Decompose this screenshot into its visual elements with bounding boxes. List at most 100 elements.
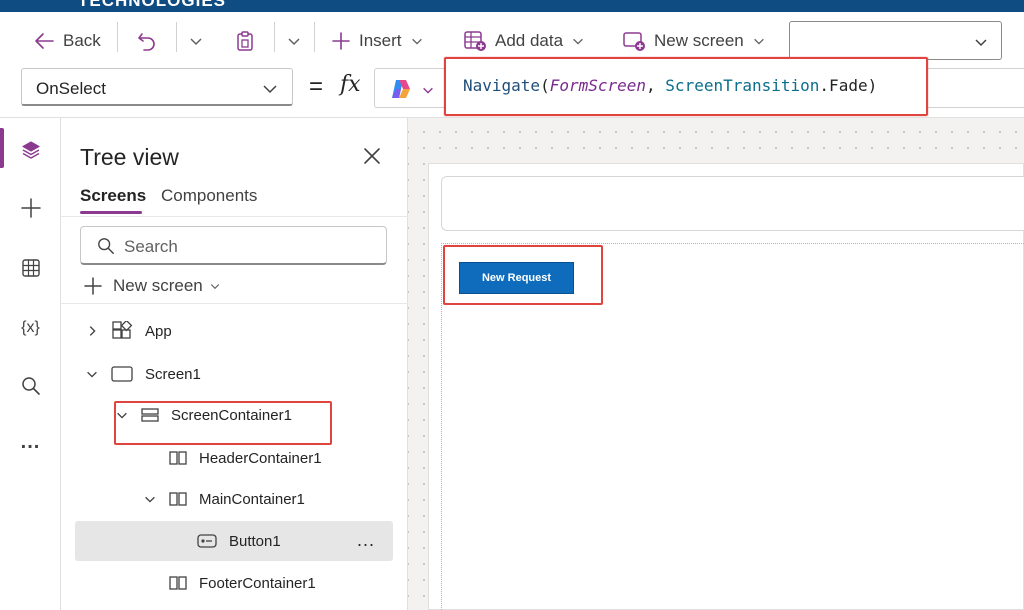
- fx-icon: fx: [340, 72, 361, 97]
- new-screen-label: New screen: [654, 31, 744, 50]
- variables-icon: {x}: [21, 319, 40, 336]
- node-more-options-button[interactable]: ...: [357, 530, 375, 551]
- chevron-down-icon: [411, 38, 422, 45]
- undo-icon: [138, 33, 155, 51]
- horizontal-container-icon: [169, 451, 187, 465]
- search-input[interactable]: Search: [80, 226, 387, 265]
- horizontal-container-icon: [169, 576, 187, 590]
- chevron-down-icon[interactable]: [143, 492, 157, 506]
- brand-text: TECHNOLOGIES: [78, 0, 227, 10]
- undo-button[interactable]: [136, 27, 158, 55]
- chevron-down-icon[interactable]: [85, 367, 99, 381]
- tree-node-headercontainer1[interactable]: HeaderContainer1: [169, 446, 322, 470]
- formula-bar-rest: [928, 68, 1024, 108]
- divider: [117, 22, 118, 52]
- tab-components[interactable]: Components: [161, 186, 257, 206]
- property-value: OnSelect: [36, 79, 106, 98]
- tree-view-panel: Tree view Screens Components Search New …: [61, 118, 408, 610]
- tree-node-footercontainer1[interactable]: FooterContainer1: [169, 571, 316, 595]
- button-control-icon: [197, 534, 217, 548]
- more-icon: ...: [20, 430, 41, 453]
- chevron-down-icon: [288, 38, 300, 46]
- plus-icon: [20, 198, 41, 218]
- new-screen-tree-label: New screen: [113, 276, 203, 295]
- tree-node-label: Button1: [229, 532, 281, 550]
- new-screen-tree-button[interactable]: New screen: [83, 274, 221, 298]
- plus-icon: [332, 32, 350, 50]
- screen-selector[interactable]: [789, 21, 1002, 60]
- insert-label: Insert: [359, 31, 402, 50]
- search-placeholder: Search: [124, 237, 178, 256]
- tree-node-screen1[interactable]: Screen1: [85, 362, 201, 386]
- tree-node-button1[interactable]: Button1: [197, 529, 281, 553]
- screen-add-icon: [623, 32, 645, 51]
- chevron-down-icon: [190, 38, 202, 46]
- table-icon: [21, 259, 40, 277]
- rail-variables-button[interactable]: {x}: [0, 308, 61, 348]
- chevron-down-icon: [423, 87, 433, 94]
- tab-screens[interactable]: Screens: [80, 186, 146, 206]
- app-icon: [112, 321, 133, 339]
- chevron-down-icon: [210, 284, 219, 290]
- tree-view-title: Tree view: [80, 144, 179, 170]
- formula-enum: ScreenTransition: [665, 76, 820, 95]
- chevron-right-icon[interactable]: [85, 324, 99, 338]
- highlight-box-tree: [114, 401, 332, 445]
- tab-active-underline: [80, 211, 142, 214]
- rail-insert-button[interactable]: [0, 188, 61, 228]
- paste-button[interactable]: [234, 27, 256, 55]
- copilot-button[interactable]: [374, 68, 444, 108]
- divider: [176, 22, 177, 52]
- chevron-down-icon: [263, 85, 277, 94]
- equals-sign: =: [309, 73, 324, 100]
- formula-function: Navigate: [463, 76, 541, 95]
- tree-node-label: Screen1: [145, 365, 201, 383]
- rail-data-button[interactable]: [0, 248, 61, 288]
- chevron-down-icon: [753, 38, 764, 45]
- divider: [61, 216, 408, 217]
- header-container-canvas[interactable]: [441, 176, 1024, 231]
- formula-enum-member: .Fade: [819, 76, 868, 95]
- plus-icon: [84, 277, 102, 295]
- tree-node-app[interactable]: App: [85, 319, 172, 343]
- close-icon[interactable]: [362, 146, 382, 166]
- brand-strip: TECHNOLOGIES: [0, 0, 1024, 12]
- chevron-down-icon: [975, 39, 987, 47]
- left-rail: {x} ...: [0, 118, 61, 610]
- formula-input[interactable]: Navigate(FormScreen, ScreenTransition.Fa…: [444, 57, 928, 116]
- formula-comma: ,: [646, 76, 666, 95]
- add-data-button[interactable]: Add data: [463, 27, 585, 55]
- undo-dropdown[interactable]: [188, 27, 204, 55]
- formula-arg-screen: FormScreen: [549, 76, 647, 95]
- horizontal-container-icon: [169, 492, 187, 506]
- tree-node-maincontainer1[interactable]: MainContainer1: [143, 487, 305, 511]
- tree-node-label: HeaderContainer1: [199, 449, 322, 467]
- formula-paren-open: (: [540, 76, 550, 95]
- tree-node-label: App: [145, 322, 172, 340]
- arrow-left-icon: [35, 33, 54, 49]
- rail-search-button[interactable]: [0, 366, 61, 406]
- divider: [314, 22, 315, 52]
- rail-tree-view-button[interactable]: [0, 130, 61, 170]
- formula-paren-close: ): [867, 76, 878, 95]
- layers-icon: [21, 141, 40, 159]
- tree-node-label: MainContainer1: [199, 490, 305, 508]
- back-label: Back: [63, 31, 101, 50]
- divider: [61, 303, 408, 304]
- copilot-icon: [392, 80, 410, 98]
- insert-button[interactable]: Insert: [331, 27, 424, 55]
- formula-text: Navigate(FormScreen, ScreenTransition.Fa…: [463, 76, 877, 95]
- chevron-down-icon: [573, 38, 583, 45]
- highlight-box-canvas: [443, 245, 603, 305]
- property-dropdown[interactable]: OnSelect: [21, 68, 293, 106]
- search-icon: [98, 238, 114, 254]
- back-button[interactable]: Back: [33, 27, 101, 55]
- add-data-label: Add data: [495, 31, 564, 50]
- table-add-icon: [464, 31, 486, 51]
- clipboard-icon: [237, 31, 253, 51]
- paste-dropdown[interactable]: [286, 27, 302, 55]
- screen-icon: [111, 366, 133, 382]
- new-screen-button[interactable]: New screen: [622, 27, 766, 55]
- search-icon: [21, 377, 40, 395]
- rail-more-button[interactable]: ...: [0, 422, 61, 462]
